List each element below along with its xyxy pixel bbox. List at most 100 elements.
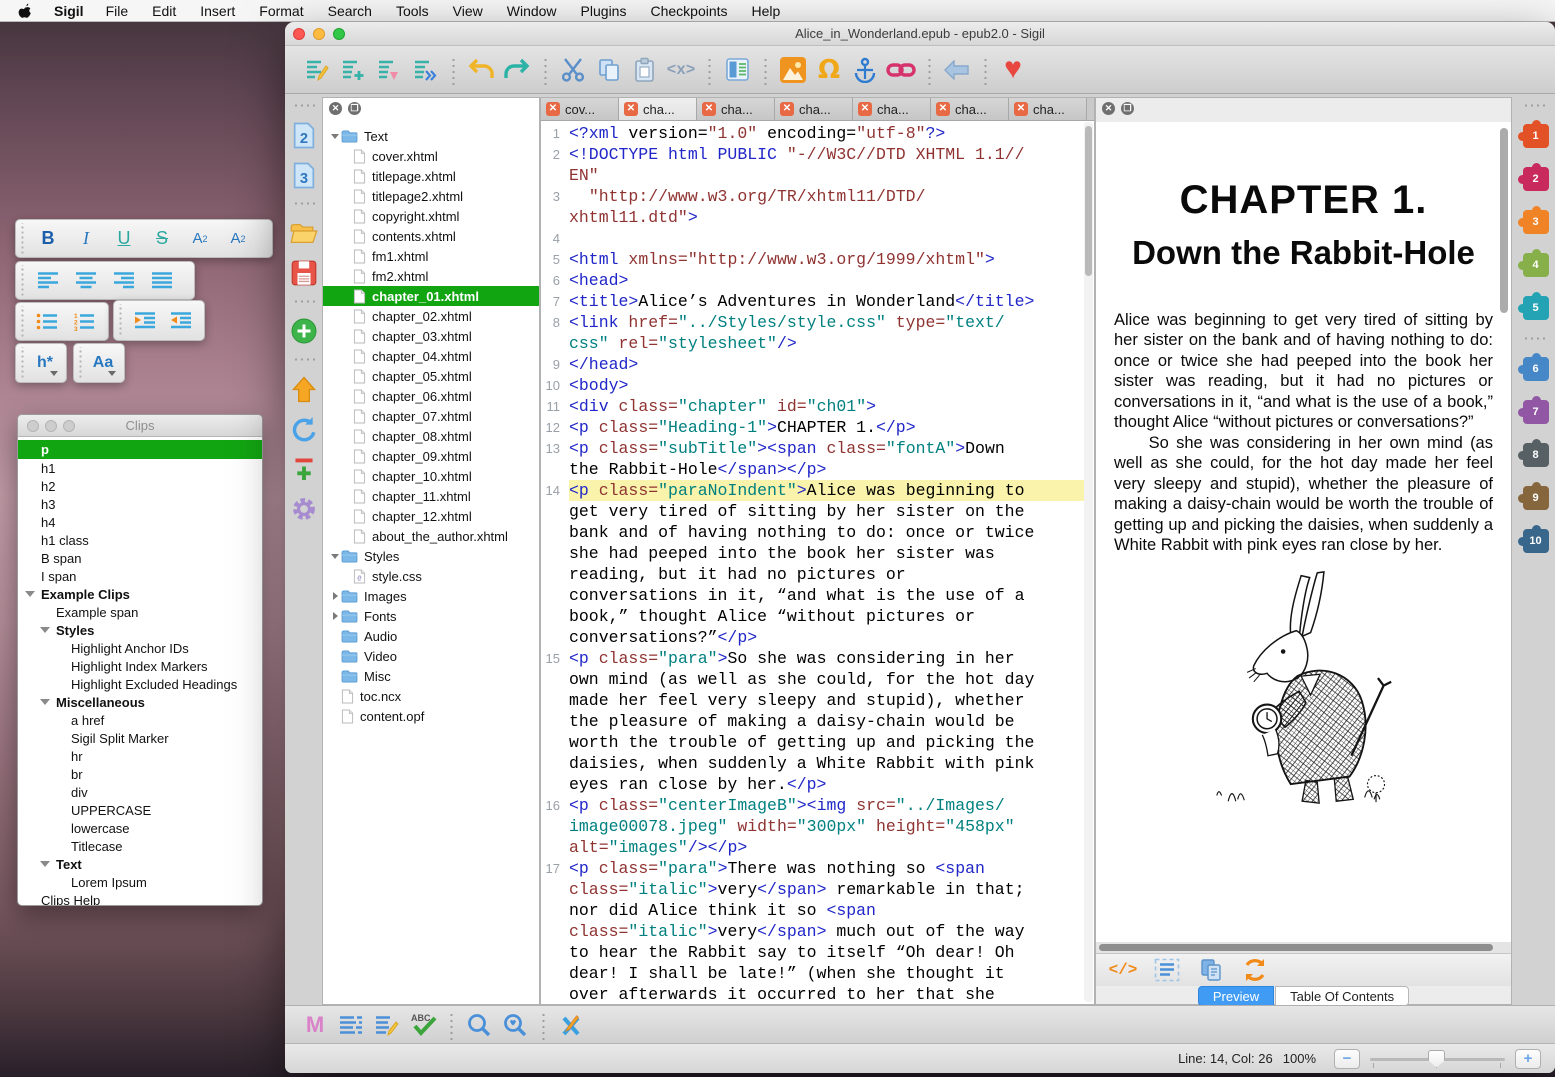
tab-close-icon[interactable]: ✕ (546, 102, 560, 116)
outdent-button[interactable] (128, 306, 162, 336)
plugin-button-8[interactable]: 8 (1523, 443, 1549, 467)
plugin-button-3[interactable]: 3 (1523, 210, 1549, 234)
editor-tab-4[interactable]: ✕cha... (853, 98, 931, 120)
paste-button[interactable] (627, 52, 663, 88)
doc-pencil-button[interactable] (299, 52, 335, 88)
strip-handle[interactable] (1523, 103, 1545, 109)
refresh-button[interactable] (289, 413, 319, 445)
tree-item-text[interactable]: Text (323, 126, 539, 146)
preview-tab-preview[interactable]: Preview (1198, 986, 1274, 1006)
find-heart-button[interactable] (497, 1007, 533, 1043)
doc-pink-button[interactable] (371, 52, 407, 88)
settings-button[interactable] (289, 493, 319, 525)
clips-item-highlight-index-markers[interactable]: Highlight Index Markers (18, 657, 262, 675)
tree-item-titlepage-xhtml[interactable]: titlepage.xhtml (323, 166, 539, 186)
scrollbar-thumb[interactable] (1085, 126, 1092, 276)
anchor-button[interactable] (847, 52, 883, 88)
strip-handle[interactable] (293, 103, 315, 109)
tab-close-icon[interactable]: ✕ (1014, 102, 1028, 116)
menu-window[interactable]: Window (507, 3, 557, 19)
tab-close-icon[interactable]: ✕ (936, 102, 950, 116)
menu-format[interactable]: Format (259, 3, 303, 19)
tree-item-chapter_02-xhtml[interactable]: chapter_02.xhtml (323, 306, 539, 326)
undo-button[interactable] (463, 52, 499, 88)
clips-item-lorem-ipsum[interactable]: Lorem Ipsum (18, 873, 262, 891)
title-bar[interactable]: Alice_in_Wonderland.epub - epub2.0 - Sig… (285, 22, 1555, 46)
clips-item-h3[interactable]: h3 (18, 495, 262, 513)
clips-item-div[interactable]: div (18, 783, 262, 801)
editor-tab-5[interactable]: ✕cha... (931, 98, 1009, 120)
menu-insert[interactable]: Insert (200, 3, 235, 19)
plugin-button-6[interactable]: 6 (1523, 357, 1549, 381)
tab-close-icon[interactable]: ✕ (624, 102, 638, 116)
spellcheck-button[interactable]: ABC (405, 1007, 441, 1043)
tree-item-chapter_05-xhtml[interactable]: chapter_05.xhtml (323, 366, 539, 386)
zoom-slider[interactable] (1370, 1049, 1505, 1069)
donate-button[interactable]: ♥ (995, 52, 1031, 88)
clips-item-styles[interactable]: Styles (18, 621, 262, 639)
tree-item-misc[interactable]: Misc (323, 666, 539, 686)
clips-item-p[interactable]: p (18, 440, 262, 459)
insert-image-button[interactable] (775, 52, 811, 88)
save-button[interactable] (289, 257, 319, 289)
strip-handle[interactable] (293, 357, 315, 363)
palette-grip[interactable] (19, 347, 25, 379)
triangle-closed-icon[interactable] (329, 612, 341, 620)
strikethrough-button[interactable]: S (144, 224, 180, 254)
scrollbar-thumb[interactable] (1099, 944, 1493, 951)
copy-pages-button[interactable] (1196, 957, 1226, 983)
clips-item-h2[interactable]: h2 (18, 477, 262, 495)
palette-grip[interactable] (19, 223, 25, 254)
align-center-button[interactable] (68, 266, 104, 296)
tree-item-chapter_08-xhtml[interactable]: chapter_08.xhtml (323, 426, 539, 446)
plugin-button-2[interactable]: 2 (1523, 167, 1549, 191)
align-left-button[interactable] (30, 266, 66, 296)
tree-item-chapter_03-xhtml[interactable]: chapter_03.xhtml (323, 326, 539, 346)
plugin-button-9[interactable]: 9 (1523, 486, 1549, 510)
editor-tab-3[interactable]: ✕cha... (775, 98, 853, 120)
editor-scrollbar[interactable] (1084, 122, 1093, 1002)
back-button[interactable] (939, 52, 975, 88)
casing-dropdown[interactable]: Aa (88, 348, 118, 378)
select-all-button[interactable] (1152, 957, 1182, 983)
metadata-button[interactable]: M (297, 1007, 333, 1043)
float-panel-icon[interactable]: ❐ (1121, 102, 1134, 115)
clips-item-i-span[interactable]: I span (18, 567, 262, 585)
tree-item-contents-xhtml[interactable]: contents.xhtml (323, 226, 539, 246)
menu-tools[interactable]: Tools (396, 3, 429, 19)
redo-button[interactable] (499, 52, 535, 88)
tree-item-chapter_01-xhtml[interactable]: chapter_01.xhtml (323, 286, 539, 306)
strip-handle[interactable] (293, 201, 315, 207)
clips-item-highlight-excluded-headings[interactable]: Highlight Excluded Headings (18, 675, 262, 693)
clips-item-br[interactable]: br (18, 765, 262, 783)
align-right-button[interactable] (106, 266, 142, 296)
tree-item-chapter_06-xhtml[interactable]: chapter_06.xhtml (323, 386, 539, 406)
tree-item-chapter_10-xhtml[interactable]: chapter_10.xhtml (323, 466, 539, 486)
inspect-code-button[interactable]: </> (1108, 957, 1138, 983)
subscript-button[interactable]: A2 (182, 224, 218, 254)
validate-button[interactable] (553, 1007, 589, 1043)
tree-item-titlepage2-xhtml[interactable]: titlepage2.xhtml (323, 186, 539, 206)
editor-tab-1[interactable]: ✕cha... (619, 98, 697, 120)
menu-file[interactable]: File (106, 3, 129, 19)
plugin-button-4[interactable]: 4 (1523, 253, 1549, 277)
tree-item-about_the_author-xhtml[interactable]: about_the_author.xhtml (323, 526, 539, 546)
clips-item-h4[interactable]: h4 (18, 513, 262, 531)
zoom-out-button[interactable]: − (1334, 1049, 1360, 1069)
clips-item-highlight-anchor-ids[interactable]: Highlight Anchor IDs (18, 639, 262, 657)
clips-item-example-span[interactable]: Example span (18, 603, 262, 621)
plugin-button-1[interactable]: 1 (1523, 124, 1549, 148)
tab-close-icon[interactable]: ✕ (858, 102, 872, 116)
italic-button[interactable]: I (68, 224, 104, 254)
preview-tab-table-of-contents[interactable]: Table Of Contents (1275, 986, 1409, 1006)
tree-item-chapter_11-xhtml[interactable]: chapter_11.xhtml (323, 486, 539, 506)
doc-2-button[interactable]: 2 (289, 119, 319, 151)
split-view-button[interactable] (719, 52, 755, 88)
close-panel-icon[interactable]: ✕ (1102, 102, 1115, 115)
refresh-preview-button[interactable] (1240, 957, 1270, 983)
clips-item-h1[interactable]: h1 (18, 459, 262, 477)
slider-thumb[interactable] (1428, 1050, 1445, 1068)
menu-view[interactable]: View (453, 3, 483, 19)
strip-handle[interactable] (293, 299, 315, 305)
strip-handle[interactable] (1523, 336, 1545, 342)
